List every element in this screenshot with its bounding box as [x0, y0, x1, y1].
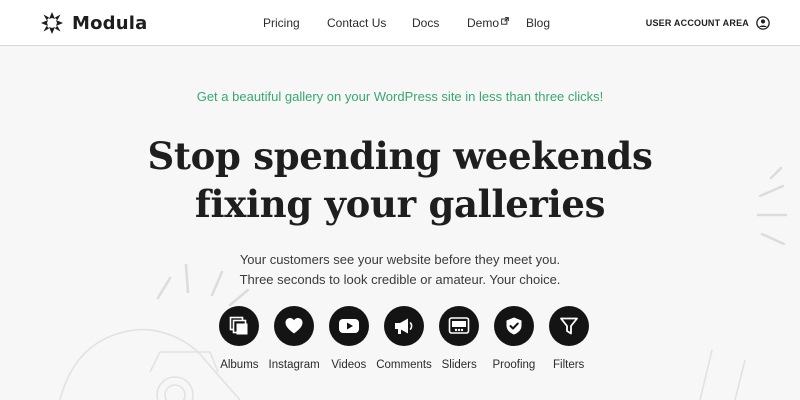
- user-account-area-link[interactable]: USER ACCOUNT AREA: [646, 14, 770, 32]
- brand-name: Modula: [72, 12, 148, 34]
- top-navigation-bar: Modula Pricing Contact Us Docs Demo Blog…: [0, 0, 800, 46]
- modula-logo-icon: [41, 12, 63, 34]
- feature-videos[interactable]: Videos: [321, 306, 376, 371]
- nav-link-demo-label: Demo: [467, 16, 500, 30]
- hero-subtitle: Your customers see your website before t…: [0, 250, 800, 290]
- feature-label-filters: Filters: [552, 359, 585, 371]
- user-account-label: USER ACCOUNT AREA: [645, 18, 749, 28]
- nav-link-docs[interactable]: Docs: [412, 16, 439, 30]
- megaphone-icon: [384, 306, 424, 346]
- feature-label-proofing: Proofing: [492, 359, 536, 371]
- hero-headline-line-1: Stop spending weekends: [147, 134, 653, 178]
- nav-link-contact-us[interactable]: Contact Us: [327, 16, 386, 30]
- filter-icon: [548, 306, 589, 346]
- heart-icon: [274, 306, 315, 346]
- feature-label-instagram: Instagram: [268, 359, 320, 371]
- albums-icon: [219, 306, 260, 346]
- feature-label-comments: Comments: [376, 359, 432, 371]
- hero-subtitle-line-1: Your customers see your website before t…: [239, 252, 561, 267]
- play-icon: [328, 306, 369, 346]
- nav-link-pricing[interactable]: Pricing: [263, 16, 300, 30]
- feature-comments[interactable]: Comments: [376, 306, 432, 371]
- feature-sliders[interactable]: Sliders: [432, 306, 487, 371]
- nav-link-blog[interactable]: Blog: [526, 16, 550, 30]
- feature-instagram[interactable]: Instagram: [267, 306, 322, 371]
- user-circle-icon: [756, 16, 770, 30]
- hero-tagline: Get a beautiful gallery on your WordPres…: [196, 89, 604, 104]
- nav-link-demo[interactable]: Demo: [467, 16, 509, 30]
- hero-headline-line-2: fixing your galleries: [194, 182, 606, 226]
- feature-label-sliders: Sliders: [441, 359, 477, 371]
- external-link-icon: [501, 17, 509, 25]
- feature-list: Albums Instagram Videos Comments Sliders…: [212, 306, 596, 371]
- feature-proofing[interactable]: Proofing: [487, 306, 542, 371]
- hero-subtitle-line-2: Three seconds to look credible or amateu…: [239, 272, 561, 287]
- shield-check-icon: [493, 306, 534, 346]
- feature-label-videos: Videos: [331, 359, 367, 371]
- brand-logo[interactable]: Modula: [40, 10, 148, 36]
- hero-headline: Stop spending weekends fixing your galle…: [0, 132, 800, 228]
- feature-label-albums: Albums: [220, 359, 259, 371]
- feature-albums[interactable]: Albums: [212, 306, 267, 371]
- feature-filters[interactable]: Filters: [541, 306, 596, 371]
- slider-icon: [439, 306, 480, 346]
